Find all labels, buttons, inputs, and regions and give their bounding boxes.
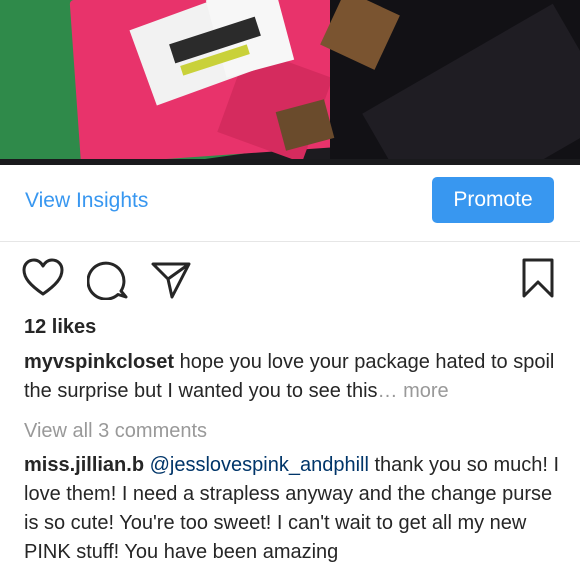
caption-more-link[interactable]: more	[398, 380, 449, 402]
view-all-comments-link[interactable]: View all 3 comments	[24, 420, 207, 443]
post-actions	[0, 242, 580, 312]
bookmark-icon[interactable]	[521, 257, 555, 299]
caption-ellipsis: …	[377, 380, 398, 402]
promote-button[interactable]: Promote	[432, 177, 554, 223]
direct-share-icon[interactable]	[150, 260, 192, 300]
likes-count[interactable]: 12 likes	[24, 316, 96, 339]
post-photo[interactable]	[0, 0, 580, 165]
comment-mention[interactable]: @jesslovespink_andphill	[150, 454, 369, 476]
comment-icon[interactable]	[87, 258, 129, 300]
insights-bar: View Insights Promote	[0, 165, 580, 242]
caption-username[interactable]: myvspinkcloset	[24, 351, 174, 373]
heart-icon[interactable]	[22, 258, 64, 298]
view-insights-link[interactable]: View Insights	[25, 189, 148, 213]
post-caption: myvspinkcloset hope you love your packag…	[24, 348, 559, 406]
comment-username[interactable]: miss.jillian.b	[24, 454, 144, 476]
comment: miss.jillian.b @jesslovespink_andphill t…	[24, 451, 564, 567]
